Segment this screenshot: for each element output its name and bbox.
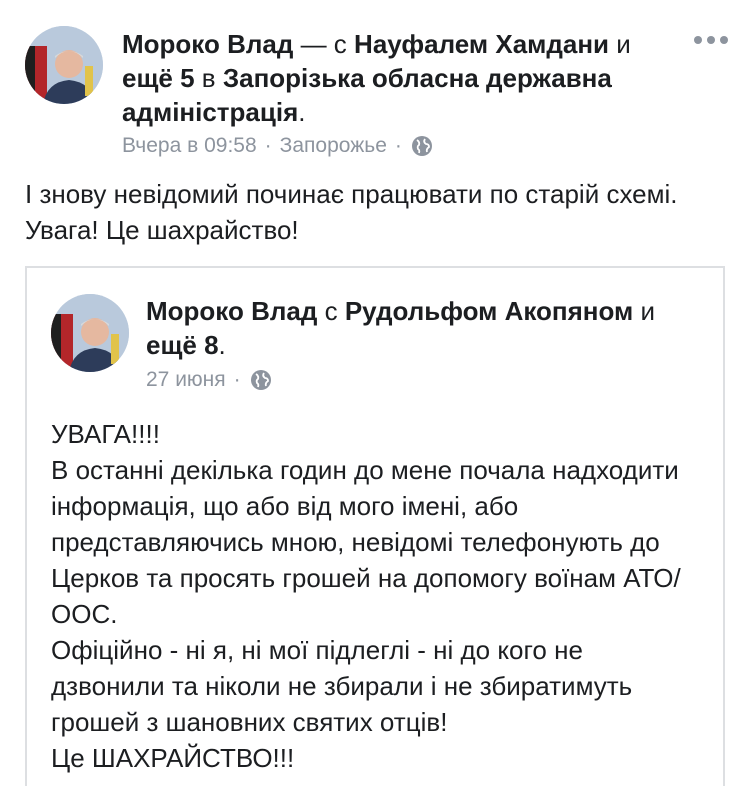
shared-author-avatar[interactable] [51, 294, 129, 372]
shared-post-header: Мороко Влад с Рудольфом Акопяном и ещё 8… [146, 294, 706, 362]
shared-post-meta: 27 июня · [146, 368, 273, 392]
shared-tagged-person[interactable]: Рудольфом Акопяном [345, 296, 633, 326]
shared-author-name[interactable]: Мороко Влад [146, 296, 317, 326]
post-text: І знову невідомий починає працювати по с… [25, 179, 678, 245]
shared-post-text: УВАГА!!!! В останні декілька годин до ме… [51, 419, 681, 773]
author-name[interactable]: Мороко Влад [122, 29, 293, 59]
separator-dot: · [233, 368, 241, 391]
more-options-button[interactable] [694, 36, 728, 44]
with-text: с [324, 296, 338, 326]
in-text: в [201, 63, 216, 93]
timestamp[interactable]: Вчера в 09:58 [122, 134, 257, 158]
and-text: и [640, 296, 656, 326]
end-punct: . [218, 330, 226, 360]
and-text: и [616, 29, 631, 59]
separator-dot: · [394, 134, 402, 157]
location[interactable]: Запорожье [280, 134, 387, 158]
place-link[interactable]: Запорізька обласна державна адміністраці… [122, 63, 612, 127]
tagged-person[interactable]: Науфалем Хамдани [354, 29, 609, 59]
globe-icon[interactable] [249, 368, 273, 392]
dot-icon [707, 36, 715, 44]
with-text: — с [300, 29, 347, 59]
dot-icon [720, 36, 728, 44]
others-link[interactable]: ещё 5 [122, 63, 195, 93]
author-avatar[interactable] [25, 26, 103, 104]
post-header: Мороко Влад — с Науфалем Хамдани и ещё 5… [122, 27, 662, 129]
end-punct: . [298, 97, 306, 127]
shared-others-link[interactable]: ещё 8 [146, 330, 219, 360]
shared-date[interactable]: 27 июня [146, 368, 226, 392]
dot-icon [694, 36, 702, 44]
globe-icon[interactable] [410, 134, 434, 158]
post-meta: Вчера в 09:58 · Запорожье · [122, 134, 434, 158]
separator-dot: · [264, 134, 272, 157]
